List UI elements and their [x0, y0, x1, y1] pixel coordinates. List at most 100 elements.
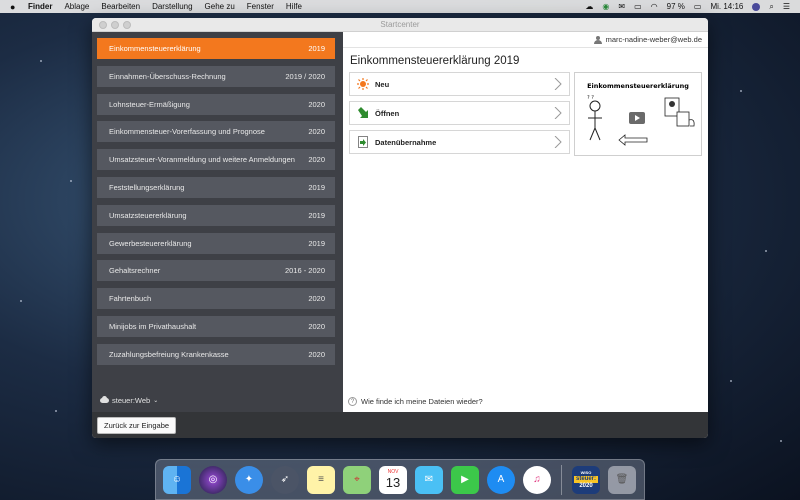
tutorial-illustration: ? ? [587, 95, 695, 146]
cloud-icon [100, 396, 109, 403]
dock: ☺ ◎ ✦ ➶ ≡ ⌖ NOV 13 ✉ ▶ A ♫ WISO steuer: … [155, 459, 645, 500]
sync-status-icon[interactable]: ◉ [602, 2, 609, 11]
menu-finder[interactable]: Finder [28, 2, 52, 11]
apple-icon[interactable]: ● [10, 2, 20, 12]
clock[interactable]: Mi. 14:16 [710, 2, 743, 11]
page-title: Einkommensteuererklärung 2019 [350, 55, 520, 67]
sidebar-item-label: Zuzahlungsbefreiung Krankenkasse [109, 349, 229, 359]
facetime-icon[interactable]: ▶ [451, 465, 479, 494]
window-title: Startcenter [380, 20, 420, 29]
sidebar-item-label: Umsatzsteuer-Voranmeldung und weitere An… [109, 155, 295, 165]
siri-icon[interactable]: ◎ [199, 465, 227, 494]
startcenter-window: Startcenter Einkommensteuererklärung 201… [92, 18, 708, 438]
menu-gehe-zu[interactable]: Gehe zu [205, 2, 235, 11]
sidebar-item-gewerbesteuererklaerung[interactable]: Gewerbesteuererklärung 2019 [97, 232, 335, 254]
menu-ablage[interactable]: Ablage [64, 2, 89, 11]
sidebar-item-year: 2020 [308, 127, 325, 137]
chevron-right-icon [554, 107, 562, 119]
sidebar-item-zuzahlungsbefreiung[interactable]: Zuzahlungsbefreiung Krankenkasse 2020 [97, 343, 335, 365]
sidebar-item-label: Fahrtenbuch [109, 294, 152, 304]
steuer-web-menu[interactable]: steuer:Web ⌄ [100, 396, 158, 405]
help-text: Wie finde ich meine Dateien wieder? [361, 397, 483, 406]
finder-icon[interactable]: ☺ [163, 465, 191, 494]
menu-darstellung[interactable]: Darstellung [152, 2, 192, 11]
sidebar-item-umsatzsteuererklaerung[interactable]: Umsatzsteuererklärung 2019 [97, 204, 335, 226]
notification-center-icon[interactable]: ☰ [783, 2, 790, 11]
sidebar-item-gehaltsrechner[interactable]: Gehaltsrechner 2016 - 2020 [97, 260, 335, 282]
sidebar-item-label: Lohnsteuer-Ermäßigung [109, 99, 190, 109]
sun-icon [357, 78, 369, 90]
sidebar-item-label: Einkommensteuer-Vorerfassung und Prognos… [109, 127, 265, 137]
sidebar-item-year: 2019 [308, 210, 325, 220]
itunes-icon[interactable]: ♫ [523, 465, 551, 494]
sidebar-item-year: 2020 [308, 294, 325, 304]
mail-status-icon[interactable]: ✉ [618, 2, 625, 11]
chevron-right-icon [554, 136, 562, 148]
data-import-label: Datenübernahme [375, 137, 437, 147]
new-button[interactable]: Neu [349, 72, 570, 96]
sidebar-item-vorerfassung-prognose[interactable]: Einkommensteuer-Vorerfassung und Prognos… [97, 121, 335, 143]
action-list: Neu Öffnen Datenübernahme [349, 72, 570, 159]
app-store-icon[interactable]: A [487, 465, 515, 494]
sidebar-item-year: 2019 [308, 238, 325, 248]
sidebar-item-einkommensteuererklaerung[interactable]: Einkommensteuererklärung 2019 [97, 38, 335, 59]
bottom-bar: Zurück zur Eingabe [92, 412, 708, 438]
sidebar-item-label: Minijobs im Privathaushalt [109, 321, 197, 331]
chevron-right-icon [554, 78, 562, 90]
user-account-icon[interactable] [752, 2, 761, 11]
battery-icon[interactable]: ▭ [694, 2, 702, 11]
help-link[interactable]: ? Wie finde ich meine Dateien wieder? [348, 397, 483, 406]
sidebar-item-label: Gewerbesteuererklärung [109, 238, 192, 248]
menubar: ● Finder Ablage Bearbeiten Darstellung G… [0, 0, 800, 13]
sidebar-item-year: 2020 [308, 155, 325, 165]
tutorial-video-thumbnail[interactable]: Einkommensteuererklärung ? ? [574, 72, 702, 156]
maps-icon[interactable]: ⌖ [343, 465, 371, 494]
sidebar-item-year: 2019 / 2020 [285, 71, 325, 81]
steuer-year: 2020 [579, 483, 593, 489]
sidebar-item-label: Einnahmen-Überschuss-Rechnung [109, 71, 226, 81]
airplay-icon[interactable]: ▭ [634, 2, 642, 11]
cloud-status-icon[interactable]: ☁ [585, 2, 593, 11]
battery-percent[interactable]: 97 % [667, 2, 685, 11]
messages-icon[interactable]: ✉ [415, 465, 443, 494]
spotlight-icon[interactable]: ⌕ [769, 2, 773, 12]
sidebar-item-year: 2020 [308, 99, 325, 109]
sidebar-item-euer[interactable]: Einnahmen-Überschuss-Rechnung 2019 / 202… [97, 65, 335, 87]
sidebar-item-year: 2020 [308, 321, 325, 331]
wifi-icon[interactable]: ◠ [651, 2, 658, 11]
menu-bearbeiten[interactable]: Bearbeiten [101, 2, 140, 11]
sidebar-item-umsatzsteuer-voranmeldung[interactable]: Umsatzsteuer-Voranmeldung und weitere An… [97, 149, 335, 171]
chevron-down-icon: ⌄ [153, 398, 159, 404]
sidebar-item-year: 2016 - 2020 [284, 266, 325, 276]
calendar-icon[interactable]: NOV 13 [379, 465, 407, 494]
user-email: marc-nadine-weber@web.de [605, 35, 702, 44]
svg-text:? ?: ? ? [587, 95, 594, 101]
sidebar-item-fahrtenbuch[interactable]: Fahrtenbuch 2020 [97, 288, 335, 310]
steuer-name: steuer: [573, 476, 598, 483]
calendar-day: 13 [385, 475, 401, 490]
open-button[interactable]: Öffnen [349, 101, 570, 125]
video-title: Einkommensteuererklärung [587, 82, 689, 90]
open-label: Öffnen [375, 108, 400, 118]
dock-separator [561, 464, 562, 495]
user-bar[interactable]: marc-nadine-weber@web.de [343, 32, 708, 48]
sidebar-item-feststellungserklaerung[interactable]: Feststellungserklärung 2019 [97, 176, 335, 198]
back-to-input-button[interactable]: Zurück zur Eingabe [97, 416, 177, 434]
steuer-icon[interactable]: WISO steuer: 2020 [572, 465, 600, 494]
notes-icon[interactable]: ≡ [307, 465, 335, 494]
sidebar-item-minijobs[interactable]: Minijobs im Privathaushalt 2020 [97, 315, 335, 337]
menu-fenster[interactable]: Fenster [247, 2, 274, 11]
data-import-button[interactable]: Datenübernahme [349, 130, 570, 154]
sidebar-item-label: Einkommensteuererklärung [109, 44, 201, 53]
sidebar-item-year: 2020 [308, 349, 325, 359]
window-titlebar[interactable]: Startcenter [92, 18, 708, 32]
steuer-brand: WISO [580, 470, 592, 475]
sidebar-item-lohnsteuer-ermaessigung[interactable]: Lohnsteuer-Ermäßigung 2020 [97, 93, 335, 115]
launchpad-icon[interactable]: ➶ [271, 465, 299, 494]
menu-hilfe[interactable]: Hilfe [286, 2, 302, 11]
sidebar-item-year: 2019 [308, 182, 325, 192]
safari-icon[interactable]: ✦ [235, 465, 263, 494]
sidebar-item-year: 2019 [308, 44, 325, 53]
trash-icon[interactable]: 🗑 [608, 465, 636, 494]
arrow-down-right-icon [357, 107, 369, 119]
